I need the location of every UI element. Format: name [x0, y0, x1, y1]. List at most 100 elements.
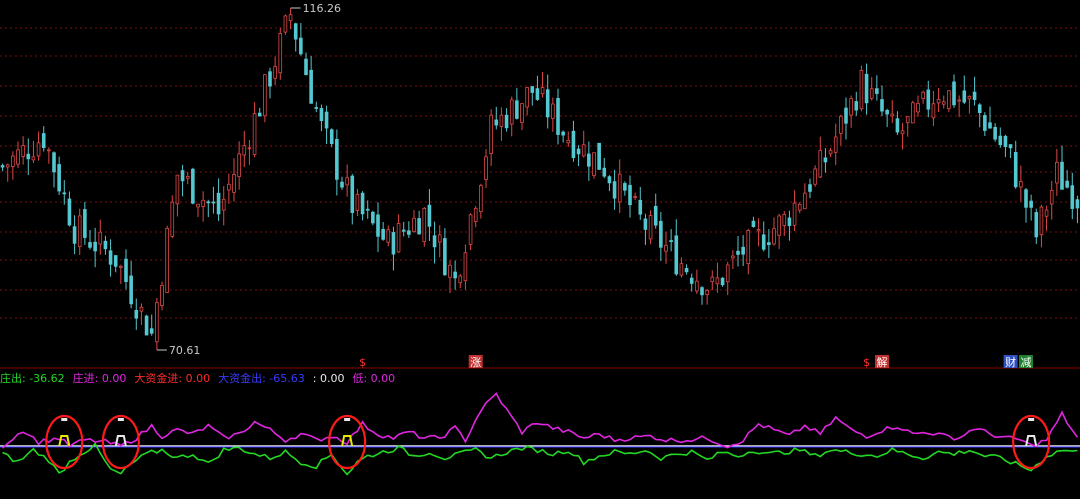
- candle-body: [417, 218, 421, 235]
- candle-body: [880, 99, 884, 112]
- candle-body: [479, 185, 483, 213]
- candle-body: [926, 89, 931, 110]
- candle-body: [257, 112, 262, 117]
- candle-body: [561, 131, 565, 136]
- candle-body: [237, 153, 241, 177]
- candle-body: [227, 183, 231, 191]
- candle-body: [988, 122, 992, 129]
- candle-body: [756, 228, 761, 232]
- series-line-magenta: [2, 392, 1079, 449]
- candle-body: [124, 258, 128, 282]
- candle-body: [515, 100, 519, 119]
- candle-body: [746, 229, 751, 265]
- candle-body: [633, 196, 637, 198]
- candle-body: [818, 150, 823, 178]
- candle-body: [432, 235, 437, 248]
- candle-body: [268, 71, 272, 87]
- candle-body: [540, 87, 545, 95]
- candle-body: [509, 99, 514, 125]
- candle-body: [772, 228, 776, 245]
- candle-body: [602, 167, 607, 177]
- candle-body: [180, 170, 185, 182]
- candle-body: [47, 149, 51, 152]
- candle-body: [936, 98, 941, 104]
- candle-body: [566, 139, 571, 144]
- signal-marker: 解: [877, 355, 888, 369]
- candle-body: [792, 202, 797, 226]
- candle-body: [319, 108, 324, 122]
- candle-body: [1019, 181, 1023, 188]
- candle-body: [468, 214, 473, 245]
- candle-body: [720, 277, 725, 286]
- candle-body: [62, 192, 67, 195]
- candle-body: [700, 287, 704, 296]
- candle-body: [36, 142, 41, 157]
- candle-body: [695, 280, 699, 292]
- candle-body: [365, 208, 370, 211]
- candle-body: [129, 275, 133, 305]
- candle-body: [21, 145, 25, 157]
- legend-item: 大资金进: 0.00: [134, 371, 210, 385]
- candle-body: [484, 156, 488, 180]
- high-price-label: 116.26: [303, 2, 342, 15]
- legend-item: 庄进: 0.00: [73, 371, 127, 385]
- candle-body: [252, 113, 257, 155]
- signal-glyph: [114, 435, 127, 447]
- candle-body: [597, 142, 601, 170]
- candle-body: [977, 104, 982, 114]
- candle-body: [427, 204, 432, 227]
- candle-body: [1024, 189, 1028, 208]
- candle-body: [386, 229, 391, 243]
- legend-item: : 0.00: [313, 372, 345, 385]
- candle-body: [396, 223, 401, 253]
- candle-body: [535, 88, 540, 100]
- candle-body: [669, 240, 673, 242]
- candle-body: [1039, 206, 1044, 236]
- signal-marker: 财: [1005, 355, 1016, 369]
- candle-body: [443, 238, 447, 276]
- candle-body: [828, 150, 833, 155]
- candle-body: [288, 14, 293, 22]
- candle-body: [1013, 151, 1018, 188]
- candle-body: [710, 276, 715, 283]
- candle-body: [196, 203, 200, 208]
- candle-body: [52, 152, 56, 173]
- candle-body: [556, 97, 560, 135]
- candle-body: [581, 144, 586, 157]
- candle-body: [648, 215, 653, 240]
- candle-body: [175, 174, 180, 205]
- candle-body: [530, 86, 535, 93]
- candle-body: [185, 176, 190, 179]
- candle-body: [715, 277, 720, 285]
- candle-body: [854, 101, 859, 111]
- candle-body: [864, 73, 869, 104]
- candle-body: [839, 115, 843, 134]
- candle-body: [983, 115, 987, 131]
- candle-body: [407, 230, 411, 235]
- candle-body: [376, 214, 380, 237]
- candle-body: [628, 184, 632, 206]
- candle-body: [653, 205, 658, 226]
- candle-body: [504, 114, 509, 129]
- candle-body: [823, 157, 828, 163]
- candle-body: [844, 107, 848, 124]
- candle-body: [67, 198, 72, 226]
- candle-body: [911, 102, 915, 124]
- candle-body: [263, 74, 267, 117]
- candle-body: [751, 220, 756, 228]
- candle-body: [242, 145, 247, 156]
- candle-body: [170, 201, 175, 237]
- candle-body: [962, 90, 967, 103]
- candle-body: [437, 234, 442, 243]
- candle-body: [952, 81, 956, 106]
- candle-body: [119, 265, 123, 268]
- candle-body: [900, 130, 905, 135]
- candle-body: [1044, 209, 1049, 217]
- candle-body: [304, 58, 308, 76]
- stock-chart: 116.26 70.61 $ 涨 $ 解 财减庄出: -36.62 庄进: 0.00 大资金进:…: [0, 0, 1080, 499]
- candle-body: [5, 164, 10, 168]
- legend-item: 大资金出: -65.63: [218, 371, 305, 385]
- candle-body: [360, 192, 365, 215]
- candle-body: [422, 208, 427, 243]
- candle-body: [957, 99, 961, 102]
